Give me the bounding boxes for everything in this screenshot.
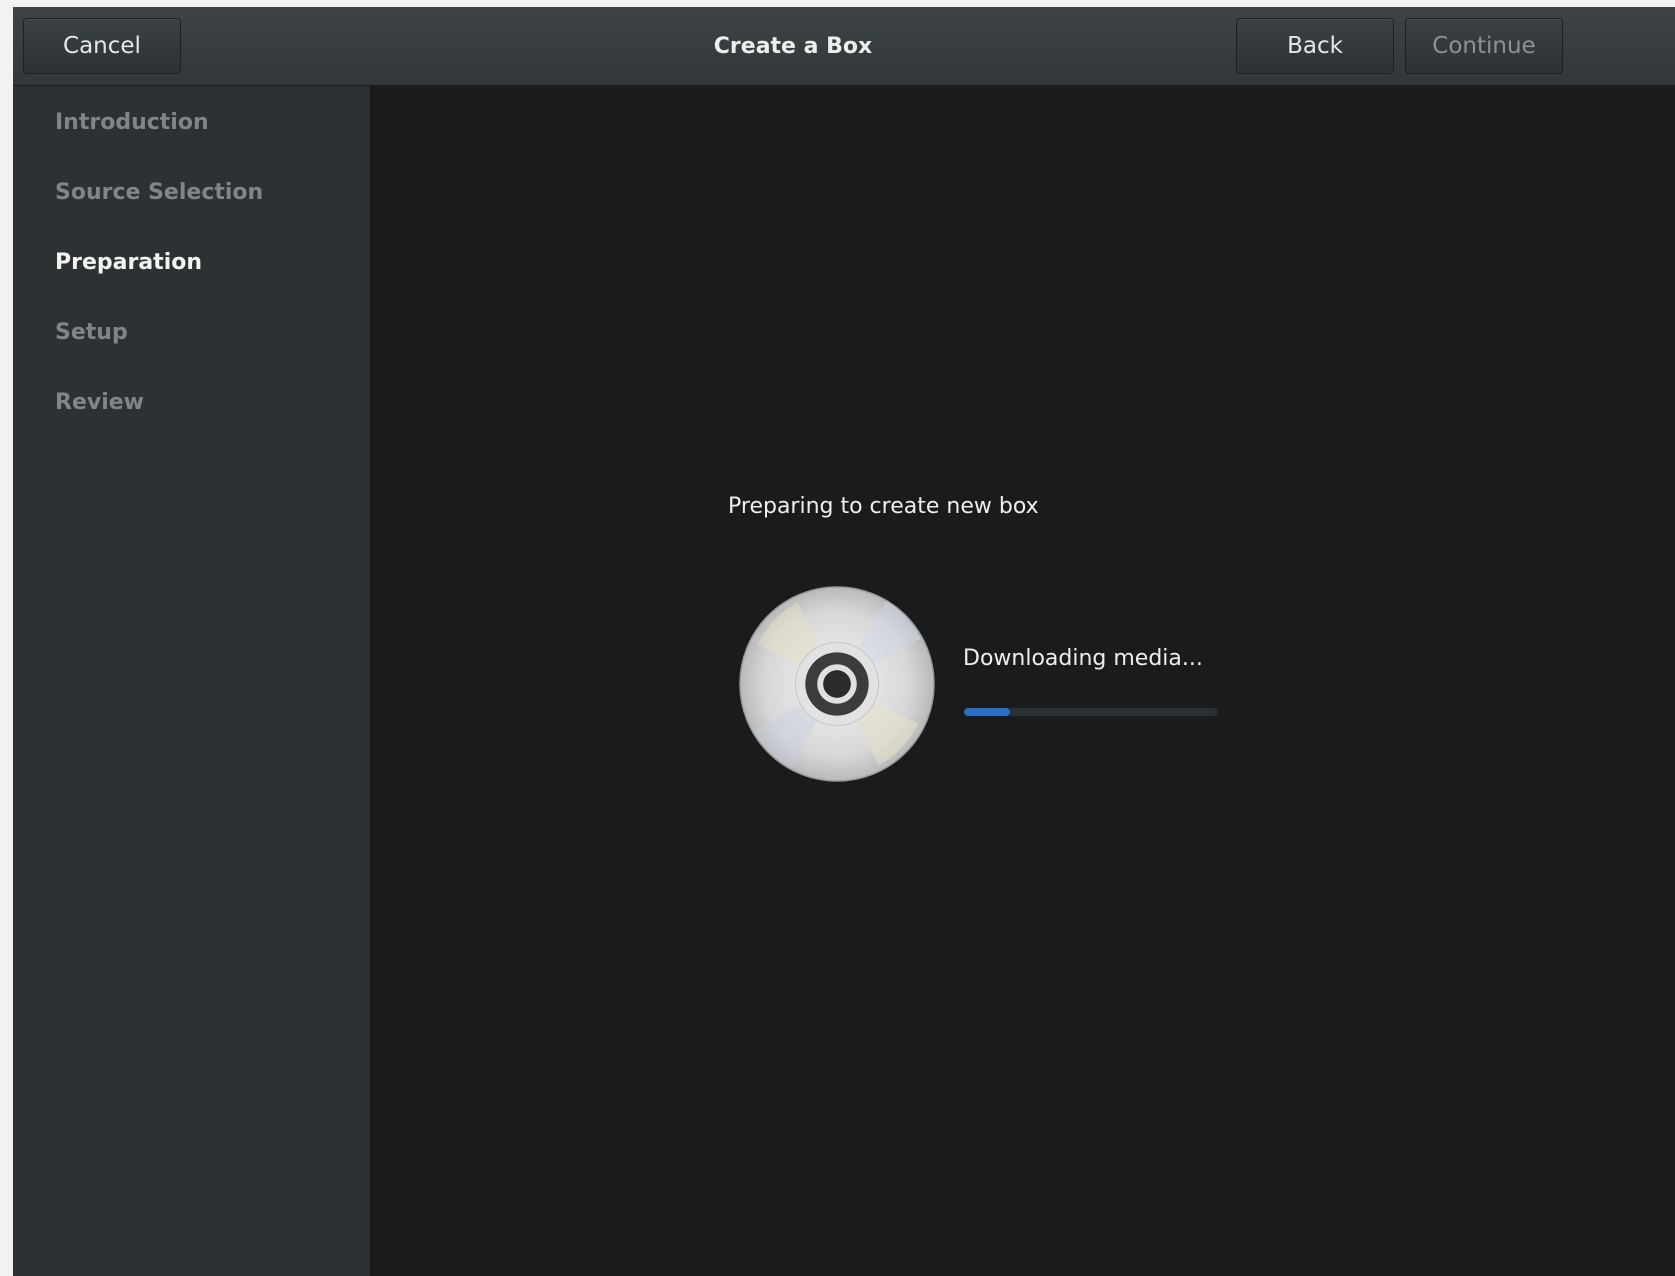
download-progress-bar bbox=[964, 708, 1218, 716]
header-bar: Cancel Create a Box Back Continue bbox=[13, 7, 1675, 86]
sidebar-item-source-selection[interactable]: Source Selection bbox=[55, 180, 263, 205]
continue-button[interactable]: Continue bbox=[1405, 18, 1563, 74]
sidebar-item-setup[interactable]: Setup bbox=[55, 320, 128, 345]
back-button[interactable]: Back bbox=[1236, 18, 1394, 74]
preparation-heading: Preparing to create new box bbox=[728, 494, 1039, 519]
optical-disc-icon bbox=[739, 586, 935, 782]
sidebar-item-preparation[interactable]: Preparation bbox=[55, 250, 202, 275]
download-progress-fill bbox=[964, 708, 1010, 716]
preparation-page: Preparing to create new box Downloading … bbox=[371, 86, 1675, 1276]
download-status-label: Downloading media... bbox=[963, 646, 1203, 671]
wizard-steps-sidebar: Introduction Source Selection Preparatio… bbox=[13, 86, 371, 1276]
sidebar-item-introduction[interactable]: Introduction bbox=[55, 110, 209, 135]
create-box-window: Cancel Create a Box Back Continue Introd… bbox=[13, 7, 1675, 1276]
sidebar-item-review[interactable]: Review bbox=[55, 390, 144, 415]
